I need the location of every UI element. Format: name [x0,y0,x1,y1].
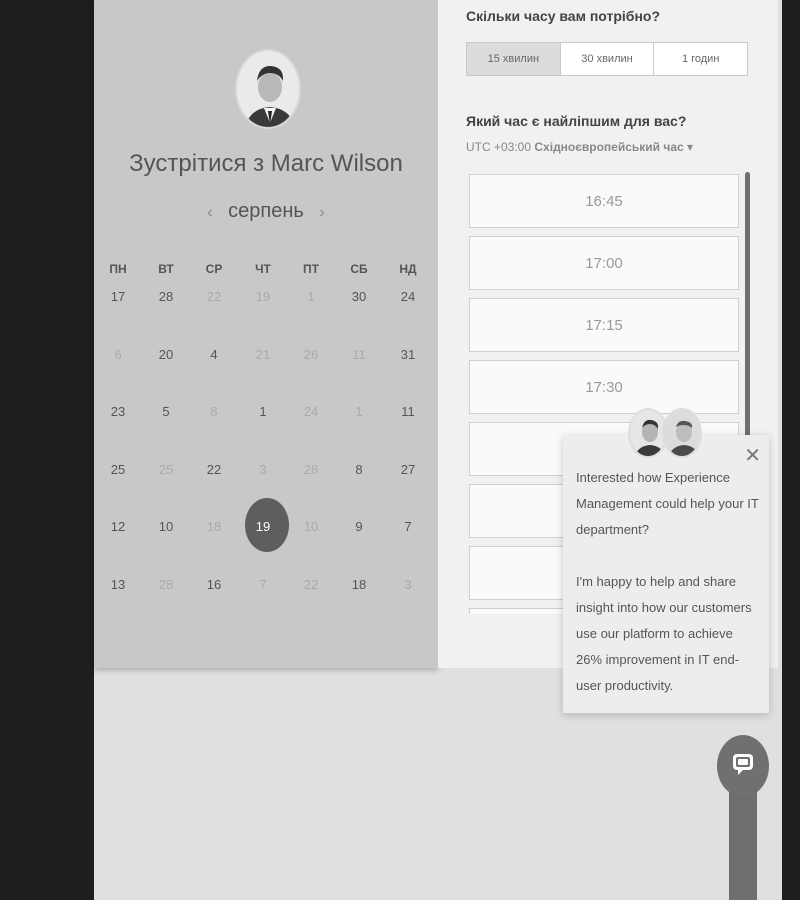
month-navigation: ‹ серпень › [94,200,438,223]
weekday-header: НД [399,262,417,276]
calendar-day-selected[interactable]: 19 [239,519,287,534]
calendar-day: 3 [259,461,267,477]
calendar-day: 19 [255,289,271,304]
popup-message-intro: Interested how Experience Management cou… [576,470,759,537]
weekday-header: ВТ [158,262,174,276]
calendar-day[interactable]: 9 [335,519,383,534]
weekday-header: ПН [109,262,127,276]
calendar-day: 1 [307,289,315,304]
duration-selector: 15 хвилин 30 хвилин 1 годин [466,42,748,76]
calendar-day: 24 [303,404,319,419]
calendar-day: 7 [259,576,267,592]
duration-option-15[interactable]: 15 хвилин [467,43,561,75]
calendar-day[interactable]: 22 [190,462,238,477]
chevron-left-icon[interactable]: ‹ [207,204,212,222]
calendar-day[interactable]: 13 [94,577,142,592]
calendar-day[interactable]: 8 [335,462,383,477]
calendar-day[interactable]: 5 [142,404,190,419]
timezone-selector[interactable]: UTC +03:00 Східноєвропейський час ▾ [466,140,693,154]
month-label: серпень [228,200,304,222]
timezone-name: Східноєвропейський час [534,140,684,154]
weekday-header: ПТ [303,262,319,276]
meeting-title: Зустрітися з Marc Wilson [129,150,403,177]
calendar-day[interactable]: 27 [384,462,432,477]
time-slot[interactable]: 17:15 [469,298,739,352]
time-slot[interactable]: 17:30 [469,360,739,414]
popup-message: Interested how Experience Management cou… [576,465,761,699]
chat-popup: ✕ Interested how Experience Management c… [563,435,769,713]
calendar-day: 28 [158,576,174,592]
chevron-right-icon[interactable]: › [319,204,324,222]
calendar-day: 18 [206,519,222,534]
window-edge [782,0,800,900]
weekday-header: СР [205,262,223,276]
calendar-day[interactable]: 18 [335,577,383,592]
calendar-day[interactable]: 7 [384,519,432,534]
chat-bubble-icon [730,751,756,782]
host-avatar [235,49,301,129]
calendar-day[interactable]: 23 [94,404,142,419]
calendar-day: 8 [210,404,218,419]
calendar-day: 10 [303,519,319,534]
time-slot[interactable]: 16:45 [469,174,739,228]
chat-launcher-tail [729,790,757,900]
calendar-day: 6 [114,346,122,362]
calendar-day[interactable]: 4 [190,347,238,362]
calendar-day: 22 [206,289,222,304]
calendar-day[interactable]: 30 [335,289,383,304]
calendar-day: 28 [303,461,319,477]
calendar-day: 25 [158,461,174,477]
calendar-day[interactable]: 11 [384,404,432,419]
weekday-header: ЧТ [255,262,271,276]
calendar-panel: Зустрітися з Marc Wilson ‹ серпень › ПН В… [94,0,438,668]
duration-option-30[interactable]: 30 хвилин [561,43,655,75]
timezone-offset: UTC +03:00 [466,140,532,154]
calendar-day[interactable]: 12 [94,519,142,534]
calendar-day[interactable]: 28 [142,289,190,304]
agent-avatar-2 [662,408,702,458]
calendar-day: 11 [352,346,366,362]
caret-down-icon: ▾ [687,140,694,154]
weekday-header: СБ [350,262,368,276]
time-slot[interactable]: 17:00 [469,236,739,290]
calendar-day[interactable]: 17 [94,289,142,304]
calendar-day[interactable]: 10 [142,519,190,534]
calendar-day[interactable]: 24 [384,289,432,304]
popup-message-body: I'm happy to help and share insight into… [576,574,752,693]
time-question: Який час є найліпшим для вас? [466,113,687,129]
duration-question: Скільки часу вам потрібно? [466,8,661,24]
calendar-day: 26 [303,346,319,362]
calendar-day: 3 [404,576,412,592]
calendar-day[interactable]: 20 [142,347,190,362]
calendar-day[interactable]: 31 [384,347,432,362]
calendar-day: 21 [255,346,271,362]
calendar-day: 22 [303,576,319,592]
chat-launcher-button[interactable] [717,735,769,797]
calendar-day[interactable]: 16 [190,577,238,592]
calendar-day[interactable]: 1 [239,404,287,419]
calendar-day[interactable]: 25 [94,462,142,477]
calendar-day: 1 [355,404,363,419]
duration-option-60[interactable]: 1 годин [654,43,747,75]
